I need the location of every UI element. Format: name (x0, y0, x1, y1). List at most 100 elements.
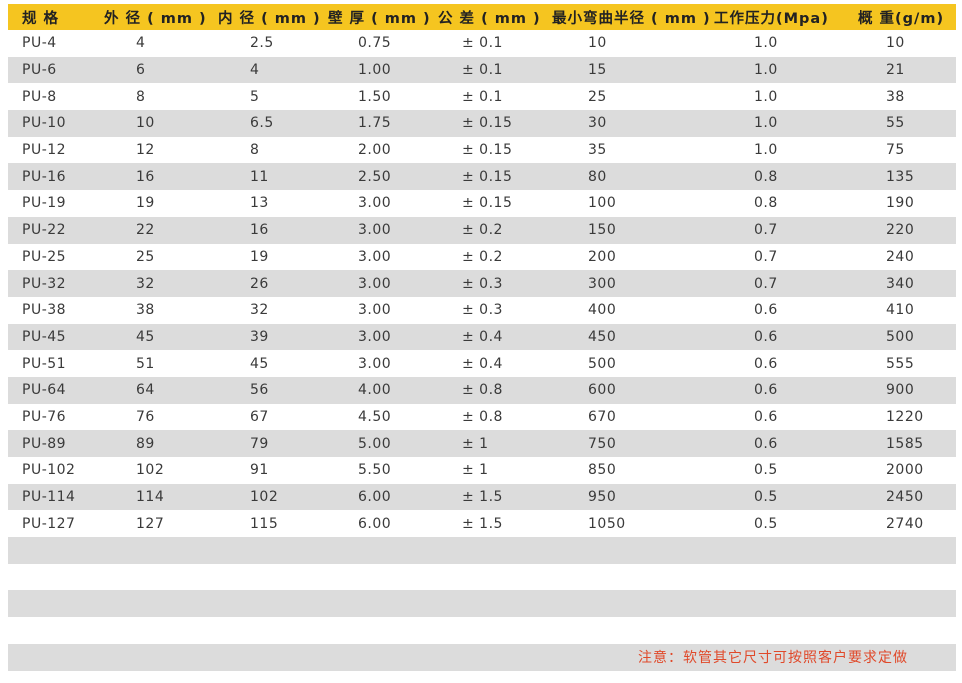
cell-working-pressure: 0.5 (754, 489, 778, 506)
cell-min-bend-radius: 600 (588, 382, 617, 399)
cell-tolerance: ± 0.1 (462, 35, 503, 52)
cell-outer-diameter: 25 (136, 248, 155, 265)
table-row: PU-89 89 79 5.00 ± 1 750 0.6 1585 (8, 430, 956, 457)
cell-weight: 340 (886, 275, 915, 292)
cell-wall-thickness: 3.00 (358, 328, 392, 345)
cell-weight: 2740 (886, 515, 924, 532)
cell-min-bend-radius: 300 (588, 275, 617, 292)
cell-spec: PU-76 (22, 408, 67, 425)
cell-outer-diameter: 16 (136, 168, 155, 185)
cell-outer-diameter: 127 (136, 515, 165, 532)
cell-wall-thickness: 6.00 (358, 515, 392, 532)
cell-wall-thickness: 2.00 (358, 142, 392, 159)
cell-spec: PU-89 (22, 435, 67, 452)
table-row: PU-22 22 16 3.00 ± 0.2 150 0.7 220 (8, 216, 956, 244)
cell-weight: 1220 (886, 408, 924, 425)
spec-table: 规 格 外 径 ( mm ) 内 径 ( mm ) 壁 厚 ( mm ) 公 差… (8, 4, 956, 671)
cell-tolerance: ± 0.1 (462, 62, 503, 79)
cell-spec: PU-25 (22, 248, 67, 265)
table-row: PU-19 19 13 3.00 ± 0.15 100 0.8 190 (8, 190, 956, 217)
cell-inner-diameter: 56 (250, 382, 269, 399)
cell-working-pressure: 0.7 (754, 275, 778, 292)
cell-spec: PU-12 (22, 142, 67, 159)
note-row: 注意：软管其它尺寸可按照客户要求定做 (8, 643, 956, 671)
cell-working-pressure: 0.5 (754, 515, 778, 532)
cell-working-pressure: 1.0 (754, 115, 778, 132)
table-row: PU-102 102 91 5.50 ± 1 850 0.5 2000 (8, 457, 956, 484)
table-row: PU-76 76 67 4.50 ± 0.8 670 0.6 1220 (8, 404, 956, 431)
cell-inner-diameter: 4 (250, 62, 260, 79)
cell-spec: PU-6 (22, 62, 57, 79)
cell-min-bend-radius: 200 (588, 248, 617, 265)
cell-spec: PU-38 (22, 302, 67, 319)
cell-wall-thickness: 2.50 (358, 168, 392, 185)
cell-working-pressure: 1.0 (754, 142, 778, 159)
cell-wall-thickness: 3.00 (358, 222, 392, 239)
cell-outer-diameter: 45 (136, 328, 155, 345)
cell-tolerance: ± 1.5 (462, 489, 503, 506)
cell-tolerance: ± 0.4 (462, 328, 503, 345)
cell-tolerance: ± 0.2 (462, 248, 503, 265)
cell-outer-diameter: 114 (136, 489, 165, 506)
cell-weight: 10 (886, 35, 905, 52)
cell-tolerance: ± 0.8 (462, 408, 503, 425)
cell-wall-thickness: 4.00 (358, 382, 392, 399)
cell-spec: PU-19 (22, 195, 67, 212)
cell-outer-diameter: 38 (136, 302, 155, 319)
cell-outer-diameter: 8 (136, 88, 146, 105)
cell-weight: 240 (886, 248, 915, 265)
cell-inner-diameter: 67 (250, 408, 269, 425)
table-row: PU-10 10 6.5 1.75 ± 0.15 30 1.0 55 (8, 110, 956, 137)
cell-working-pressure: 0.6 (754, 382, 778, 399)
cell-min-bend-radius: 80 (588, 168, 607, 185)
cell-inner-diameter: 13 (250, 195, 269, 212)
empty-row (8, 590, 956, 618)
cell-working-pressure: 0.8 (754, 168, 778, 185)
cell-weight: 500 (886, 328, 915, 345)
cell-min-bend-radius: 35 (588, 142, 607, 159)
empty-row (8, 617, 956, 644)
header-inner-diameter: 内 径 ( mm ) (218, 10, 321, 27)
cell-tolerance: ± 1 (462, 435, 489, 452)
cell-weight: 900 (886, 382, 915, 399)
cell-working-pressure: 1.0 (754, 62, 778, 79)
cell-min-bend-radius: 100 (588, 195, 617, 212)
table-row: PU-51 51 45 3.00 ± 0.4 500 0.6 555 (8, 350, 956, 377)
cell-inner-diameter: 11 (250, 168, 269, 185)
cell-outer-diameter: 19 (136, 195, 155, 212)
cell-working-pressure: 0.6 (754, 302, 778, 319)
cell-outer-diameter: 32 (136, 275, 155, 292)
cell-min-bend-radius: 750 (588, 435, 617, 452)
cell-min-bend-radius: 400 (588, 302, 617, 319)
table-row: PU-127 127 115 6.00 ± 1.5 1050 0.5 2740 (8, 510, 956, 537)
cell-inner-diameter: 102 (250, 489, 279, 506)
cell-weight: 1585 (886, 435, 924, 452)
cell-inner-diameter: 39 (250, 328, 269, 345)
table-row: PU-16 16 11 2.50 ± 0.15 80 0.8 135 (8, 163, 956, 191)
table-row: PU-6 6 4 1.00 ± 0.1 15 1.0 21 (8, 56, 956, 84)
cell-wall-thickness: 4.50 (358, 408, 392, 425)
cell-weight: 2450 (886, 489, 924, 506)
header-wall-thickness: 壁 厚 ( mm ) (328, 10, 431, 27)
cell-min-bend-radius: 25 (588, 88, 607, 105)
cell-tolerance: ± 1.5 (462, 515, 503, 532)
cell-spec: PU-22 (22, 222, 67, 239)
cell-working-pressure: 0.6 (754, 435, 778, 452)
cell-outer-diameter: 6 (136, 62, 146, 79)
cell-outer-diameter: 22 (136, 222, 155, 239)
cell-working-pressure: 0.6 (754, 328, 778, 345)
cell-spec: PU-16 (22, 168, 67, 185)
cell-working-pressure: 0.6 (754, 408, 778, 425)
cell-weight: 55 (886, 115, 905, 132)
cell-inner-diameter: 2.5 (250, 35, 274, 52)
cell-weight: 2000 (886, 462, 924, 479)
cell-wall-thickness: 3.00 (358, 275, 392, 292)
cell-spec: PU-32 (22, 275, 67, 292)
cell-inner-diameter: 91 (250, 462, 269, 479)
cell-wall-thickness: 6.00 (358, 489, 392, 506)
table-header: 规 格 外 径 ( mm ) 内 径 ( mm ) 壁 厚 ( mm ) 公 差… (8, 4, 956, 30)
cell-min-bend-radius: 15 (588, 62, 607, 79)
table-row: PU-38 38 32 3.00 ± 0.3 400 0.6 410 (8, 297, 956, 324)
cell-outer-diameter: 4 (136, 35, 146, 52)
cell-weight: 38 (886, 88, 905, 105)
